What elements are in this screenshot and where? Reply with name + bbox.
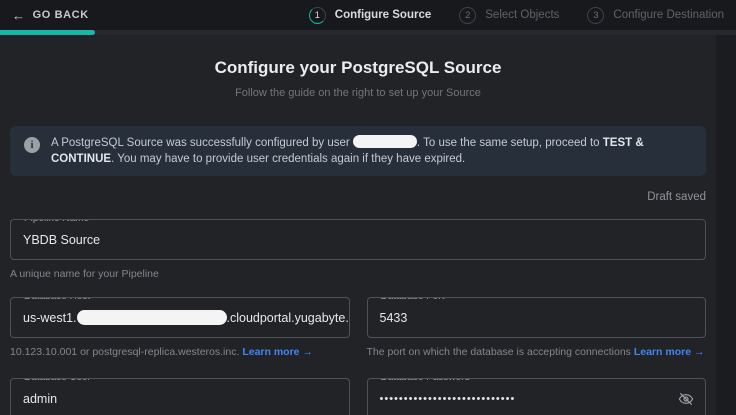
database-host-helper: 10.123.10.001 or postgresql-replica.west… (10, 346, 350, 358)
configure-source-form: Configure your PostgreSQL Source Follow … (0, 58, 716, 415)
info-banner-text: A PostgreSQL Source was successfully con… (51, 135, 692, 167)
database-host-learn-more-link[interactable]: Learn more (242, 346, 299, 358)
step-configure-destination[interactable]: 3 Configure Destination (587, 7, 724, 24)
step-3-circle: 3 (587, 7, 604, 24)
step-select-objects[interactable]: 2 Select Objects (459, 7, 559, 24)
info-icon: i (24, 137, 40, 153)
database-host-value: us-west1..cloudportal.yugabyte.com (23, 310, 350, 325)
database-user-label: Database User * (20, 378, 101, 383)
back-arrow-icon: ← (12, 8, 26, 23)
database-password-masked-value: •••••••••••••••••••••••••••• (380, 393, 516, 405)
database-port-learn-more-link[interactable]: Learn more (634, 346, 691, 358)
step-3-label: Configure Destination (613, 9, 724, 21)
progress-bar-fill (0, 30, 95, 35)
stepper: 1 Configure Source 2 Select Objects 3 Co… (295, 7, 724, 24)
database-password-input[interactable]: Database Password * ••••••••••••••••••••… (367, 378, 707, 415)
database-user-value: admin (23, 392, 57, 406)
database-host-input[interactable]: Database Host * us-west1..cloudportal.yu… (10, 297, 350, 338)
page-title: Configure your PostgreSQL Source (10, 58, 706, 78)
database-port-input[interactable]: Database Port * 5433 (367, 297, 707, 338)
info-banner: i A PostgreSQL Source was successfully c… (10, 126, 706, 176)
database-user-input[interactable]: Database User * admin (10, 378, 350, 415)
pipeline-name-input[interactable]: Pipeline Name * YBDB Source (10, 219, 706, 260)
database-port-helper: The port on which the database is accept… (367, 346, 707, 358)
arrow-right-icon: → (302, 346, 313, 358)
database-port-value: 5433 (380, 311, 408, 325)
password-visibility-toggle[interactable] (677, 390, 695, 408)
step-2-circle: 2 (459, 7, 476, 24)
page-subtitle: Follow the guide on the right to set up … (10, 87, 706, 99)
database-port-label: Database Port * (377, 297, 456, 302)
progress-bar (0, 30, 736, 35)
pipeline-name-value: YBDB Source (23, 233, 100, 247)
database-host-label: Database Host * (20, 297, 101, 302)
step-1-label: Configure Source (335, 9, 431, 21)
eye-off-icon (678, 391, 694, 407)
right-rail (716, 35, 736, 415)
pipeline-name-helper: A unique name for your Pipeline (10, 268, 706, 280)
arrow-right-icon: → (694, 346, 705, 358)
go-back-label: GO BACK (33, 9, 89, 21)
draft-saved-status: Draft saved (10, 191, 706, 203)
top-bar: ← GO BACK 1 Configure Source 2 Select Ob… (0, 0, 736, 30)
pipeline-name-label: Pipeline Name * (20, 219, 100, 224)
step-2-label: Select Objects (485, 9, 559, 21)
database-password-label: Database Password * (377, 378, 481, 383)
step-configure-source[interactable]: 1 Configure Source (309, 7, 431, 24)
step-1-circle: 1 (309, 7, 326, 24)
redacted-hostname (77, 310, 227, 325)
go-back-button[interactable]: ← GO BACK (12, 8, 89, 23)
redacted-username (353, 135, 417, 148)
